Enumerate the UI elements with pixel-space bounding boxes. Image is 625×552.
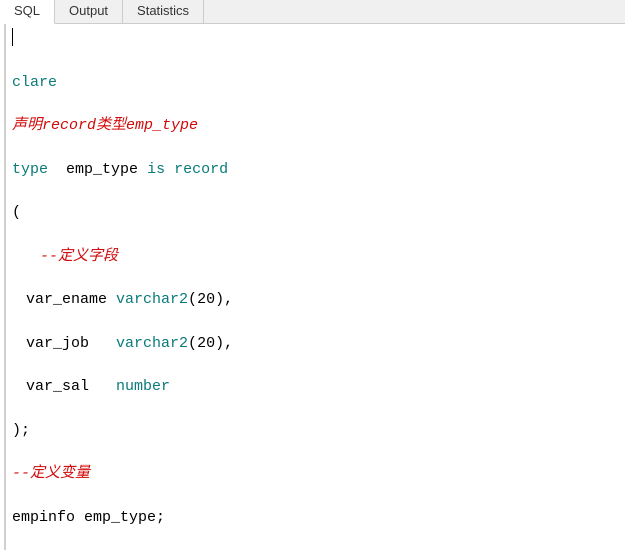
code-line: var_sal number bbox=[12, 376, 625, 398]
code-line: ( bbox=[12, 202, 625, 224]
tab-statistics[interactable]: Statistics bbox=[123, 0, 204, 23]
code-line: var_job varchar2(20), bbox=[12, 333, 625, 355]
code-line: clare bbox=[12, 72, 625, 94]
text-cursor bbox=[12, 28, 13, 46]
sql-editor[interactable]: clare 声明record类型emp_type type emp_type i… bbox=[4, 24, 625, 550]
code-line: --定义字段 bbox=[12, 246, 625, 268]
code-line: type emp_type is record bbox=[12, 159, 625, 181]
tab-output[interactable]: Output bbox=[55, 0, 123, 23]
code-line: --定义变量 bbox=[12, 463, 625, 485]
tab-bar: SQL Output Statistics bbox=[0, 0, 625, 24]
code-line: ); bbox=[12, 420, 625, 442]
code-line: 声明record类型emp_type bbox=[12, 115, 625, 137]
code-line: empinfo emp_type; bbox=[12, 507, 625, 529]
code-line: var_ename varchar2(20), bbox=[12, 289, 625, 311]
tab-sql[interactable]: SQL bbox=[0, 0, 55, 24]
